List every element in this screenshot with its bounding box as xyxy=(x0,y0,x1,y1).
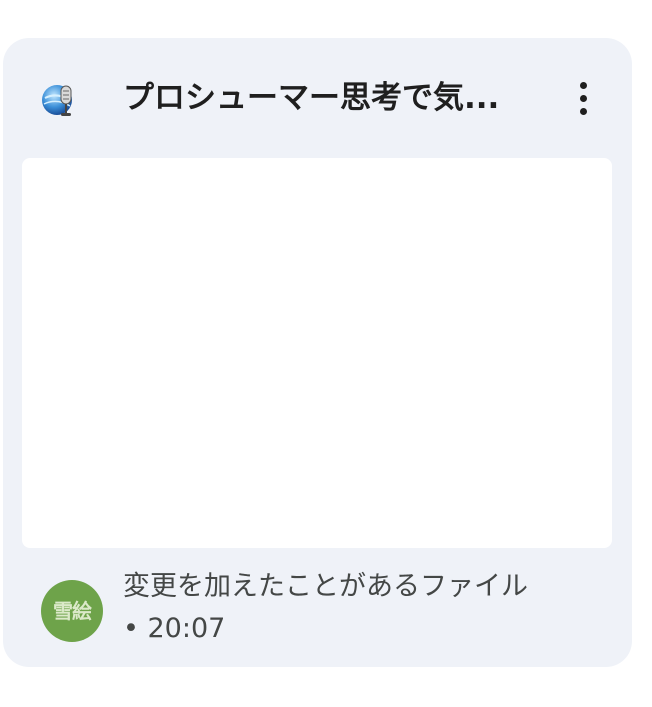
more-options-button[interactable] xyxy=(561,76,605,120)
card-footer: 雪絵 変更を加えたことがあるファイル • 20:07 xyxy=(3,558,632,658)
file-title[interactable]: プロシューマー思考で気... xyxy=(123,76,543,120)
file-preview-thumbnail[interactable] xyxy=(22,158,612,548)
more-vert-icon xyxy=(579,81,587,89)
file-card[interactable]: プロシューマー思考で気... 雪絵 変更を加えたことがあるファイル • 20:0… xyxy=(3,38,632,667)
avatar: 雪絵 xyxy=(41,580,103,642)
activity-info: 変更を加えたことがあるファイル • 20:07 xyxy=(123,566,623,650)
activity-time: • 20:07 xyxy=(123,613,226,644)
activity-reason: 変更を加えたことがあるファイル xyxy=(123,571,528,602)
microphone-globe-icon xyxy=(39,78,81,120)
card-header: プロシューマー思考で気... xyxy=(3,38,632,158)
